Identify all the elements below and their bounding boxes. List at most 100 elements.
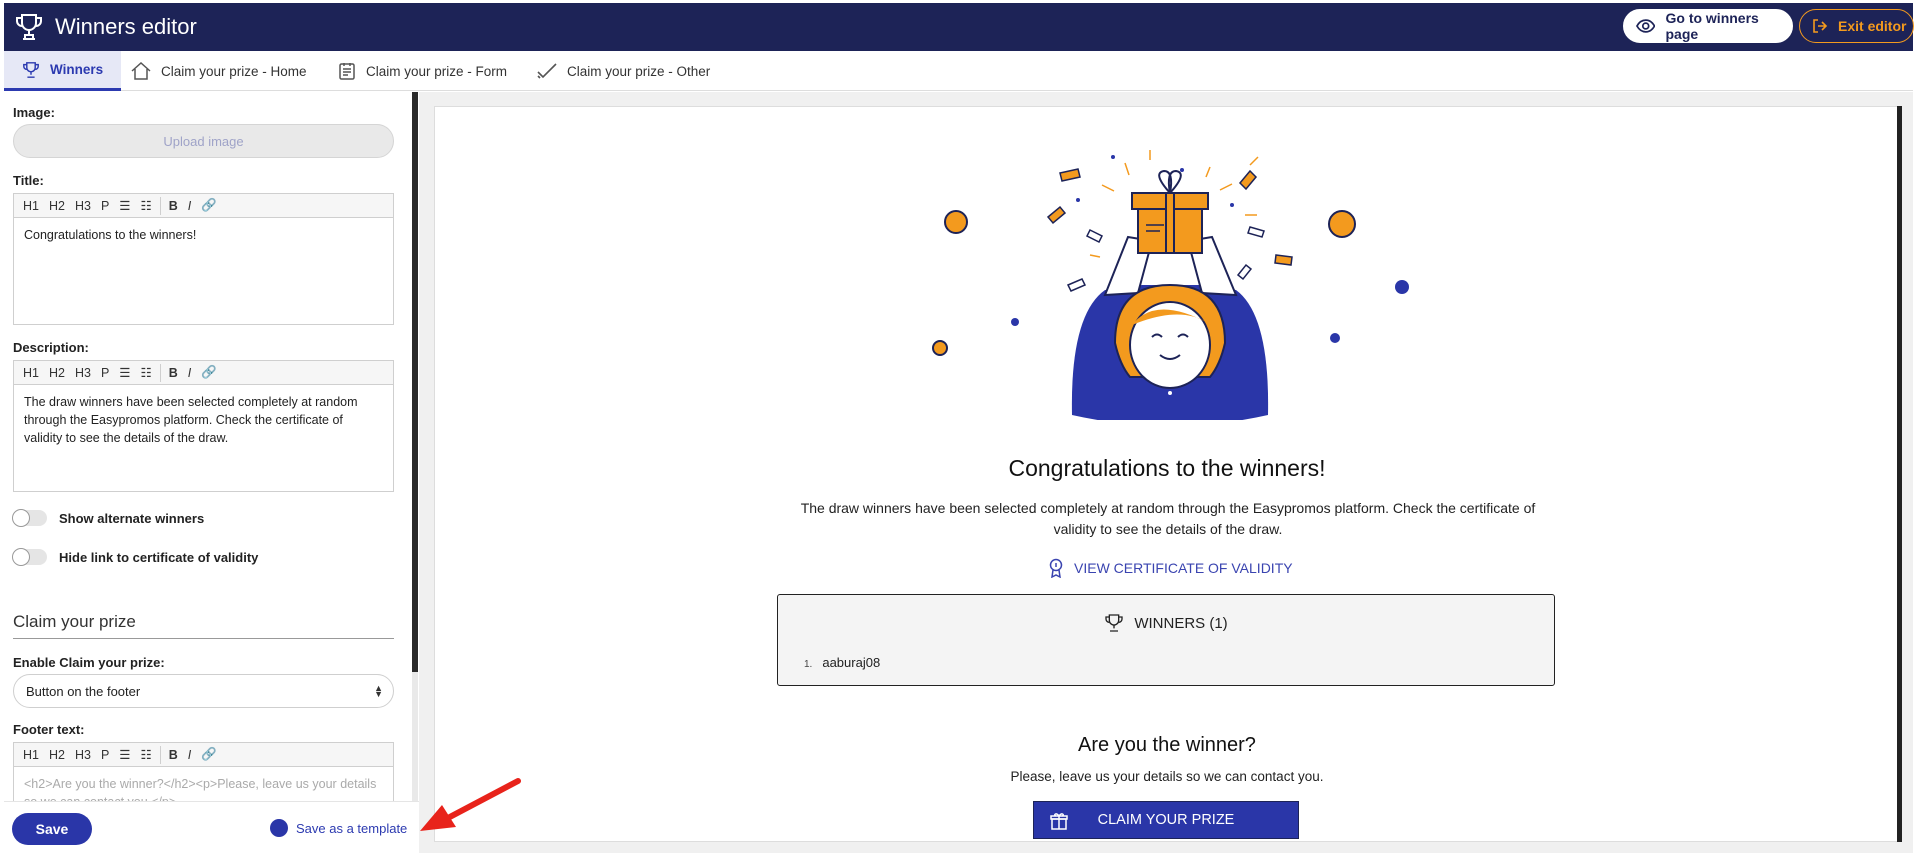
exit-editor-label: Exit editor [1838,18,1907,34]
celebration-illustration [932,150,1409,420]
description-editor-content[interactable]: The draw winners have been selected comp… [14,385,393,455]
tab-claim-other[interactable]: Claim your prize - Other [537,51,710,91]
save-as-template-label: Save as a template [296,820,408,836]
preview-leave-details: Please, leave us your details so we can … [1010,769,1324,784]
exit-icon [1813,19,1828,33]
hide-certificate-link-label: Hide link to certificate of validity [59,549,259,565]
trophy-icon [1105,614,1123,632]
app-title: Winners editor [55,14,197,39]
winners-list-box: WINNERS (1) 1. aaburaj08 [777,594,1555,686]
description-editor[interactable]: H1 H2 H3 P ☰ ☷ B I 🔗 The draw winners ha… [13,360,394,492]
toolbar-divider [159,745,161,764]
form-icon [339,63,355,80]
paragraph-button[interactable]: P [96,366,114,380]
enable-claim-value: Button on the footer [26,683,141,699]
paragraph-button[interactable]: P [96,748,114,762]
paragraph-button[interactable]: P [96,199,114,213]
title-editor-content[interactable]: Congratulations to the winners! [14,218,393,252]
italic-icon[interactable]: I [183,748,196,762]
list-item: 1. aaburaj08 [804,655,880,670]
description-editor-toolbar: H1 H2 H3 P ☰ ☷ B I 🔗 [14,361,393,385]
bullet-list-icon[interactable]: ☰ [114,365,135,380]
upload-image-button[interactable]: Upload image [13,124,394,158]
italic-icon[interactable]: I [183,366,196,380]
tab-claim-form-label: Claim your prize - Form [366,63,508,79]
preview-question: Are you the winner? [1078,734,1256,756]
h1-button[interactable]: H1 [18,748,44,762]
claim-prize-button[interactable]: CLAIM YOUR PRIZE [1033,801,1299,839]
hide-certificate-link-toggle[interactable] [12,548,47,566]
top-bar: Winners editor Go to winners page Exit e… [4,3,1914,51]
title-editor-toolbar: H1 H2 H3 P ☰ ☷ B I 🔗 [14,194,393,218]
check-icon [537,63,557,79]
enable-claim-label: Enable Claim your prize: [13,655,165,670]
tab-claim-other-label: Claim your prize - Other [567,63,711,79]
show-alternate-winners-label: Show alternate winners [59,510,205,526]
save-as-template-button[interactable]: Save as a template [270,819,407,837]
italic-icon[interactable]: I [183,199,196,213]
h3-button[interactable]: H3 [70,748,96,762]
go-to-winners-page-button[interactable]: Go to winners page [1623,9,1793,43]
tab-winners[interactable]: Winners [4,51,122,91]
numbered-list-icon[interactable]: ☷ [136,365,157,380]
editor-tabs: Winners Claim your prize - Home Claim yo… [4,51,1913,91]
trophy-icon [23,61,39,78]
view-certificate-label: VIEW CERTIFICATE OF VALIDITY [1074,560,1293,576]
h1-button[interactable]: H1 [18,366,44,380]
panel-scrollbar[interactable] [412,92,418,672]
show-alternate-winners-row: Show alternate winners [12,509,205,527]
claim-prize-label: CLAIM YOUR PRIZE [1097,812,1235,828]
link-icon[interactable]: 🔗 [196,198,222,213]
toolbar-divider [159,363,161,382]
h2-button[interactable]: H2 [44,199,70,213]
bold-icon[interactable]: B [164,748,183,762]
exit-editor-button[interactable]: Exit editor [1799,9,1914,43]
h2-button[interactable]: H2 [44,748,70,762]
link-icon[interactable]: 🔗 [196,365,222,380]
link-icon[interactable]: 🔗 [196,747,222,762]
footer-editor-toolbar: H1 H2 H3 P ☰ ☷ B I 🔗 [14,743,393,767]
show-alternate-winners-toggle[interactable] [12,509,47,527]
hide-certificate-link-row: Hide link to certificate of validity [12,548,259,566]
h3-button[interactable]: H3 [70,199,96,213]
annotation-arrow-icon [420,778,521,831]
toolbar-divider [159,196,161,215]
tab-claim-home[interactable]: Claim your prize - Home [131,51,307,91]
save-bar: Save Save as a template [4,801,419,853]
description-label: Description: [13,340,89,355]
tab-claim-form[interactable]: Claim your prize - Form [338,51,507,91]
home-icon [131,62,151,80]
numbered-list-icon[interactable]: ☷ [136,198,157,213]
bold-icon[interactable]: B [164,366,183,380]
gift-icon [1050,813,1068,830]
trophy-icon [16,14,42,40]
claim-section-title: Claim your prize [13,612,394,639]
eye-icon [1636,19,1656,33]
h2-button[interactable]: H2 [44,366,70,380]
title-label: Title: [13,173,44,188]
bullet-list-icon[interactable]: ☰ [114,747,135,762]
winner-name: aaburaj08 [822,655,881,670]
enable-claim-select[interactable]: Button on the footer ▲ ▼ [13,674,394,708]
title-editor[interactable]: H1 H2 H3 P ☰ ☷ B I 🔗 Congratulations to … [13,193,394,325]
winners-heading-label: WINNERS (1) [1134,614,1228,632]
winner-number: 1. [804,659,813,670]
certificate-icon [1049,558,1063,578]
preview-description: The draw winners have been selected comp… [800,500,1536,537]
tab-claim-home-label: Claim your prize - Home [161,63,307,79]
image-label: Image: [13,105,55,120]
view-certificate-link[interactable]: VIEW CERTIFICATE OF VALIDITY [1048,558,1293,578]
tab-winners-label: Winners [50,62,104,77]
select-arrows-icon: ▲ ▼ [374,683,383,699]
template-icon [270,819,288,837]
preview-title: Congratulations to the winners! [1008,455,1326,481]
bold-icon[interactable]: B [164,199,183,213]
footer-text-label: Footer text: [13,722,85,737]
save-button[interactable]: Save [12,813,92,845]
bullet-list-icon[interactable]: ☰ [114,198,135,213]
h3-button[interactable]: H3 [70,366,96,380]
go-to-winners-page-label: Go to winners page [1665,10,1759,42]
h1-button[interactable]: H1 [18,199,44,213]
numbered-list-icon[interactable]: ☷ [136,747,157,762]
winners-heading: WINNERS (1) [778,613,1554,633]
